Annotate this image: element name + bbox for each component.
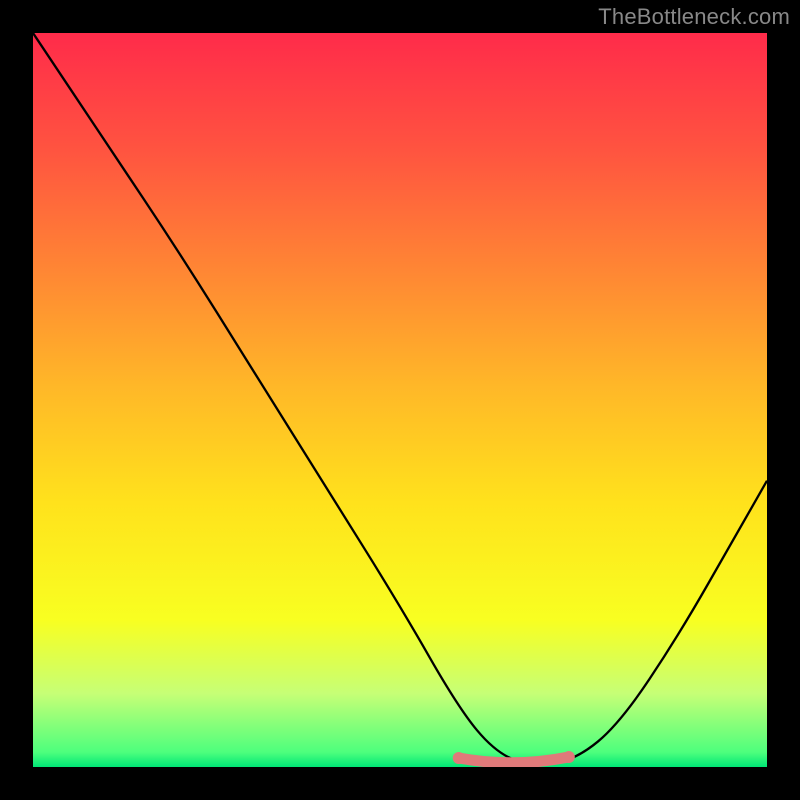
watermark-text: TheBottleneck.com bbox=[598, 4, 790, 30]
chart-container: TheBottleneck.com bbox=[0, 0, 800, 800]
optimal-range-start-dot bbox=[453, 752, 465, 764]
curve-svg bbox=[33, 33, 767, 767]
plot-area bbox=[33, 33, 767, 767]
bottleneck-curve bbox=[33, 33, 767, 765]
optimal-range-marker bbox=[459, 757, 569, 763]
optimal-range-end-dot bbox=[563, 751, 575, 763]
